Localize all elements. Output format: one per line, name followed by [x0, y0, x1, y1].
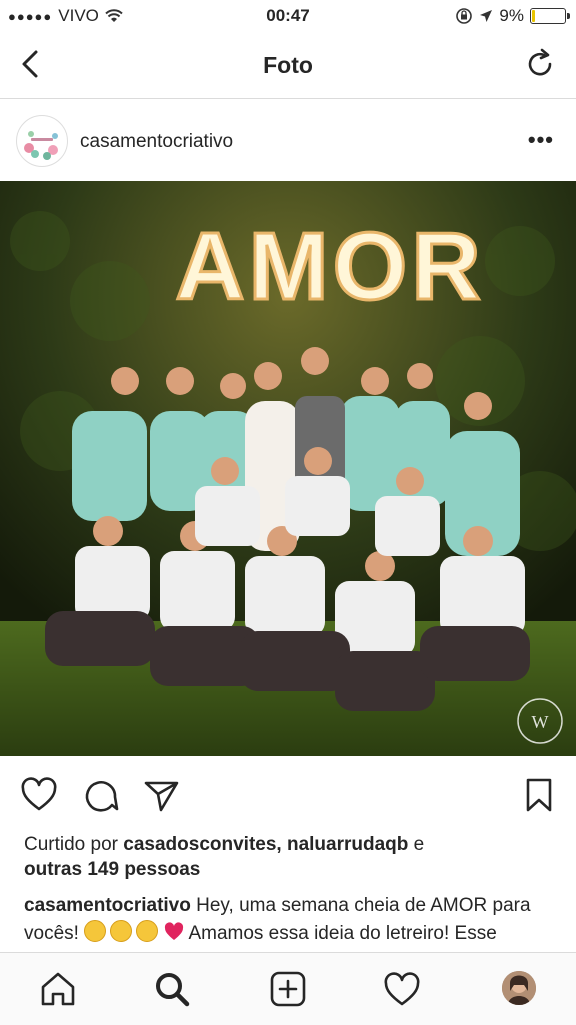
status-bar: ●●●●● VIVO 00:47 9%	[0, 0, 576, 32]
post-photo[interactable]: AMOR W	[0, 181, 576, 756]
likes-others[interactable]: outras 149 pessoas	[24, 859, 200, 880]
profile-avatar[interactable]	[16, 115, 68, 167]
likes-conj: e	[413, 834, 425, 855]
user-photo-icon	[502, 971, 536, 1005]
post-header: casamentocriativo •••	[0, 99, 576, 181]
likes-line: Curtido por casadosconvites, naluarrudaq…	[24, 832, 554, 882]
battery-percent: 9%	[499, 6, 524, 25]
post-actions	[0, 772, 576, 818]
navigation-bar: Foto	[0, 32, 576, 99]
comment-icon[interactable]	[82, 776, 120, 814]
orientation-lock-icon	[456, 8, 473, 24]
watermark-text: W	[532, 712, 549, 732]
floral-logo-icon	[19, 118, 65, 164]
bottom-tab-bar	[0, 952, 576, 1025]
location-arrow-icon	[480, 10, 493, 22]
share-direct-icon[interactable]	[142, 776, 180, 814]
heart-icon[interactable]	[20, 776, 58, 814]
post-caption: casamentocriativo Hey, uma semana cheia …	[24, 892, 554, 950]
page-title: Foto	[263, 52, 313, 78]
wedding-photo-image: AMOR W	[0, 181, 576, 756]
likes-users[interactable]: casadosconvites, naluarrudaqb	[123, 834, 408, 855]
status-right: 9%	[455, 6, 570, 26]
bookmark-icon[interactable]	[520, 776, 558, 814]
profile-tab-avatar[interactable]	[502, 971, 536, 1005]
sign-text: AMOR	[175, 213, 484, 320]
battery-fill	[532, 10, 535, 22]
search-icon[interactable]	[152, 969, 192, 1009]
caption-username[interactable]: casamentocriativo	[24, 895, 191, 916]
heart-eyes-emoji-icon	[84, 920, 107, 942]
add-post-icon[interactable]	[268, 969, 308, 1009]
post-username[interactable]: casamentocriativo	[80, 131, 233, 153]
more-options-icon[interactable]: •••	[528, 127, 554, 153]
likes-prefix: Curtido por	[24, 834, 118, 855]
grinning-emoji-icon	[136, 920, 159, 942]
battery-icon	[530, 8, 570, 24]
refresh-icon[interactable]	[522, 46, 558, 82]
home-icon[interactable]	[38, 969, 78, 1009]
activity-heart-icon[interactable]	[382, 969, 422, 1009]
red-heart-emoji-icon	[165, 922, 184, 940]
tears-of-joy-emoji-icon	[110, 920, 133, 942]
